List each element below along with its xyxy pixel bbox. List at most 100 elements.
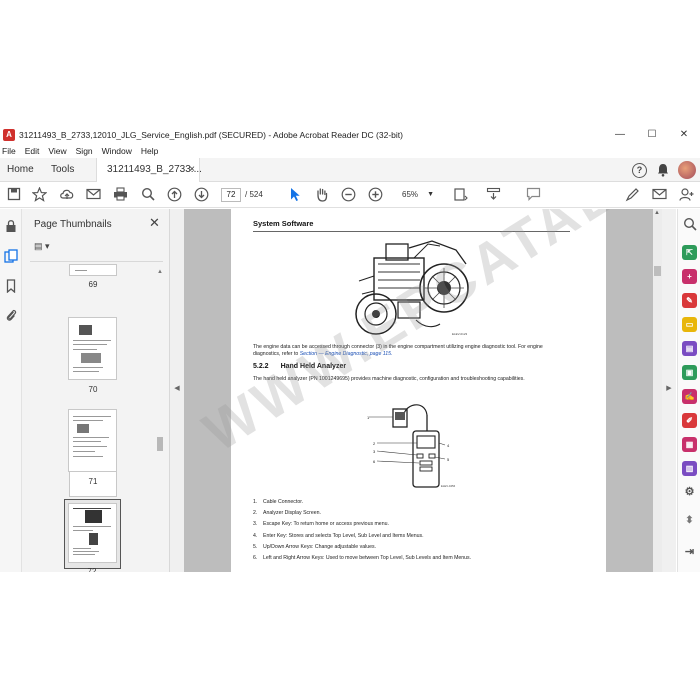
print-icon[interactable] <box>112 187 129 204</box>
export-pdf-icon[interactable]: ⇱ <box>682 245 697 260</box>
list-item: 1. Cable Connector. <box>253 497 573 508</box>
menu-sign[interactable]: Sign <box>76 146 93 156</box>
attachment-icon[interactable] <box>3 308 19 324</box>
chevron-right-icon[interactable]: ▶ <box>662 384 676 392</box>
menu-file[interactable]: File <box>2 146 16 156</box>
thumbnail-options-button[interactable]: ▤ ▾ <box>34 241 58 253</box>
fill-sign-icon[interactable]: ✍ <box>682 389 697 404</box>
page-number-input[interactable]: 72 <box>221 188 241 202</box>
email-share-icon[interactable] <box>651 187 668 204</box>
tab-home[interactable]: Home <box>7 158 34 182</box>
help-icon[interactable]: ? <box>632 162 647 178</box>
list-number: 2. <box>253 510 258 517</box>
menu-help[interactable]: Help <box>141 146 158 156</box>
list-number: 3. <box>253 521 258 528</box>
left-nav-rail <box>0 209 22 572</box>
thumbnail-page-69[interactable] <box>69 264 117 276</box>
document-viewport[interactable]: System Software ELEV-0123 The engine dat… <box>184 209 662 572</box>
right-panel-splitter[interactable]: ▶ <box>662 209 676 572</box>
page-up-icon[interactable] <box>166 187 183 204</box>
section-title: System Software <box>253 219 314 228</box>
menu-edit[interactable]: Edit <box>25 146 40 156</box>
zoom-value: 65% <box>402 190 419 199</box>
left-panel-splitter[interactable]: ◀ <box>170 209 184 572</box>
close-icon[interactable]: ✕ <box>149 215 160 231</box>
right-tools-rail: ⇱ + ✎ ▭ ▤ ▣ ✍ ✐ ▦ ▥ ⚙ ⬍ ⇥ <box>677 209 700 572</box>
list-item: 6. Left and Right Arrow Keys: Used to mov… <box>253 553 573 564</box>
scrollbar-thumb[interactable] <box>157 437 163 451</box>
save-icon[interactable] <box>5 187 22 204</box>
tab-document-label: 31211493_B_2733.... <box>107 164 202 175</box>
chevron-up-icon[interactable]: ▲ <box>654 210 660 216</box>
thumbnail-page-70b[interactable] <box>68 317 117 380</box>
scrollbar-thumb[interactable] <box>654 266 661 276</box>
comment-icon[interactable] <box>525 187 542 204</box>
thumbnail-label: 72 <box>87 567 97 572</box>
page-thumbnails-icon[interactable] <box>3 249 19 265</box>
close-button[interactable]: ✕ <box>668 126 700 144</box>
scroll-mode-icon[interactable] <box>485 187 502 204</box>
list-text: Analyzer Display Screen. <box>263 510 321 517</box>
bookmark-star-icon[interactable] <box>31 186 48 204</box>
acrobat-icon: A <box>3 129 15 141</box>
sign-icon[interactable] <box>624 187 641 204</box>
zoom-in-icon[interactable] <box>367 187 384 204</box>
main-toolbar: 72 / 524 65% ▼ <box>0 183 700 208</box>
organize-pages-icon[interactable]: ▤ <box>682 341 697 356</box>
list-item: 2. Analyzer Display Screen. <box>253 508 573 519</box>
thumbnail-label: 71 <box>88 477 98 486</box>
menu-window[interactable]: Window <box>102 146 132 156</box>
chevron-up-down-icon[interactable]: ⬍ <box>682 513 697 528</box>
list-text: Cable Connector. <box>263 499 304 505</box>
thumbnail-scrollbar[interactable]: ▲ <box>157 269 163 569</box>
list-item: 4. Enter Key: Stores and selects Top Leve… <box>253 531 573 542</box>
protect-icon[interactable]: ✐ <box>682 413 697 428</box>
zoom-select[interactable]: 65% ▼ <box>393 188 437 202</box>
chevron-up-icon[interactable]: ▲ <box>157 269 163 275</box>
redact-icon[interactable]: ▦ <box>682 437 697 452</box>
list-item: 5. Up/Down Arrow Keys: Change adjustable … <box>253 542 573 553</box>
zoom-search-icon[interactable] <box>682 217 697 232</box>
create-pdf-icon[interactable]: + <box>682 269 697 284</box>
window-title: 31211493_B_2733,12010_JLG_Service_Englis… <box>19 130 403 140</box>
panel-title: Page Thumbnails <box>34 219 112 230</box>
tab-document[interactable]: 31211493_B_2733.... × <box>96 158 202 182</box>
notification-bell-icon[interactable] <box>656 163 669 178</box>
tab-close-icon[interactable]: × <box>189 158 195 182</box>
more-tools-icon[interactable]: ▥ <box>682 461 697 476</box>
hand-tool-icon[interactable] <box>313 187 330 204</box>
thumbnail-label: 70 <box>88 385 98 394</box>
document-scrollbar[interactable]: ▲ <box>653 209 662 572</box>
page-fit-icon[interactable] <box>452 187 469 204</box>
compress-pdf-icon[interactable]: ▣ <box>682 365 697 380</box>
menu-view[interactable]: View <box>48 146 66 156</box>
select-cursor-icon[interactable] <box>286 187 303 204</box>
edit-pdf-icon[interactable]: ✎ <box>682 293 697 308</box>
list-text: Left and Right Arrow Keys: Used to move … <box>263 554 472 561</box>
minimize-button[interactable]: — <box>604 126 636 144</box>
bookmark-icon[interactable] <box>3 279 19 295</box>
thumbnail-page-71[interactable] <box>68 409 117 472</box>
comment-tool-icon[interactable]: ▭ <box>682 317 697 332</box>
settings-icon[interactable]: ⚙ <box>682 485 697 500</box>
page-down-icon[interactable] <box>193 187 210 204</box>
menu-bar: File Edit View Sign Window Help <box>0 144 700 158</box>
maximize-button[interactable]: ☐ <box>636 126 668 144</box>
search-icon[interactable] <box>139 187 156 204</box>
chevron-left-icon[interactable]: ◀ <box>170 384 184 392</box>
tab-tools[interactable]: Tools <box>51 158 74 182</box>
collapse-panel-icon[interactable]: ⇥ <box>682 545 697 560</box>
avatar[interactable] <box>678 161 696 179</box>
list-number: 5. <box>253 543 258 550</box>
thumbnail-page-72[interactable] <box>68 503 117 563</box>
zoom-out-icon[interactable] <box>340 187 357 204</box>
list-text: Up/Down Arrow Keys: Change adjustable va… <box>263 543 377 550</box>
key-legend-list: 1. Cable Connector. 2. Analyzer Display Sc… <box>253 497 573 564</box>
email-icon[interactable] <box>85 187 102 204</box>
add-user-icon[interactable] <box>678 187 695 204</box>
chevron-down-icon: ▼ <box>427 191 434 198</box>
upload-icon[interactable] <box>58 187 75 204</box>
list-number: 1. <box>253 499 258 505</box>
list-text: Escape Key: To return home or access pre… <box>263 521 389 528</box>
lock-icon[interactable] <box>3 219 19 235</box>
